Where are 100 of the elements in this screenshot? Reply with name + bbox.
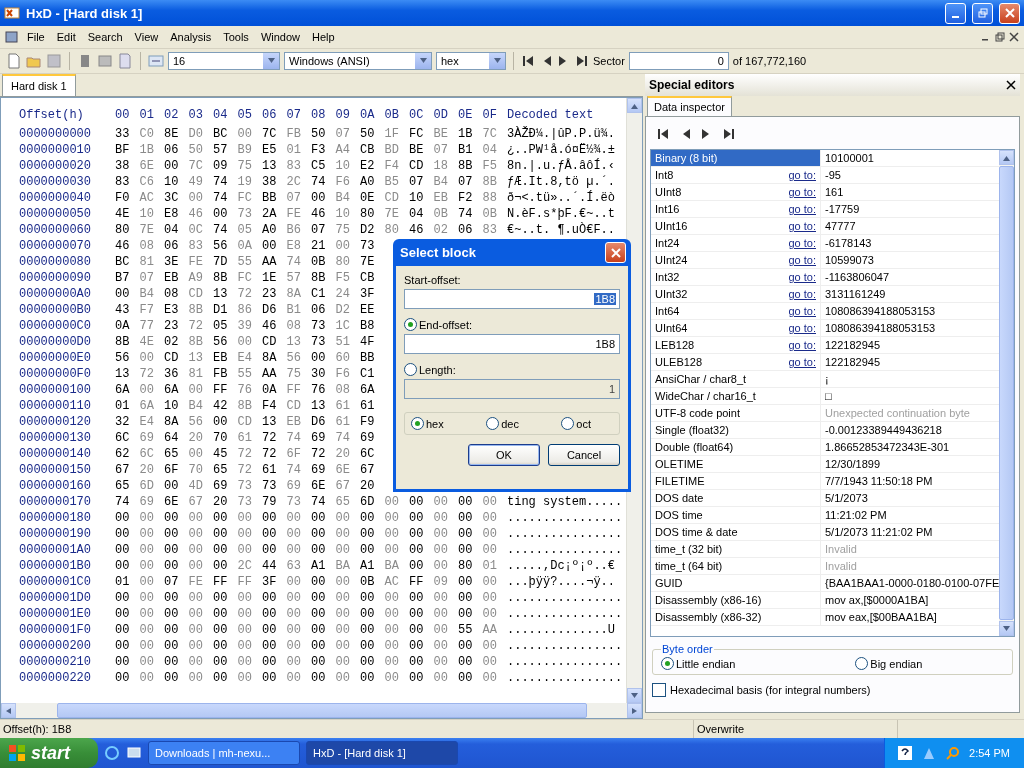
byte-value[interactable]: BC (115, 255, 140, 269)
byte-value[interactable]: 65 (115, 479, 140, 493)
byte-value[interactable]: 13 (311, 399, 336, 413)
byte-value[interactable]: B1 (458, 143, 483, 157)
field-value[interactable]: 11:21:02 PM (821, 507, 887, 523)
byte-value[interactable]: 23 (262, 287, 287, 301)
byte-value[interactable]: 3F (360, 287, 385, 301)
byte-value[interactable]: 83 (286, 159, 311, 173)
byte-value[interactable]: 45 (213, 447, 238, 461)
byte-value[interactable]: 00 (139, 591, 164, 605)
byte-value[interactable]: 20 (139, 463, 164, 477)
byte-value[interactable]: BC (213, 127, 238, 141)
minimize-button[interactable] (945, 2, 966, 24)
byte-value[interactable]: 06 (164, 143, 189, 157)
byte-value[interactable]: 08 (286, 319, 311, 333)
byte-value[interactable]: 83 (188, 239, 213, 253)
field-value[interactable]: 10100001 (821, 150, 874, 166)
byte-value[interactable]: 00 (335, 623, 360, 637)
field-name[interactable]: Int24 (655, 237, 680, 249)
byte-value[interactable]: 50 (188, 143, 213, 157)
byte-value[interactable]: 6C (360, 447, 385, 461)
byte-value[interactable]: 74 (458, 207, 483, 221)
number-base-label[interactable]: dec (501, 417, 519, 430)
byte-value[interactable]: 00 (311, 591, 336, 605)
byte-value[interactable]: 00 (164, 511, 189, 525)
go-to-link[interactable]: go to: (788, 305, 816, 317)
byte-value[interactable]: 07 (458, 175, 483, 189)
byte-value[interactable]: 00 (458, 655, 483, 669)
byte-value[interactable]: 00 (409, 671, 434, 685)
byte-value[interactable]: FF (409, 575, 434, 589)
decoded-text[interactable]: ................ (507, 591, 623, 605)
close-icon[interactable] (1008, 31, 1020, 43)
byte-value[interactable]: 00 (213, 559, 238, 573)
go-to-link[interactable]: go to: (788, 339, 816, 351)
byte-value[interactable]: 00 (409, 655, 434, 669)
first-icon[interactable] (656, 127, 670, 141)
help-icon[interactable] (897, 745, 914, 761)
byte-value[interactable]: 00 (458, 527, 483, 541)
byte-value[interactable]: 00 (335, 591, 360, 605)
byte-value[interactable]: 08 (164, 287, 189, 301)
byte-value[interactable]: 00 (409, 559, 434, 573)
byte-value[interactable]: 00 (360, 607, 385, 621)
menu-item[interactable]: Tools (218, 29, 254, 45)
byte-value[interactable]: 00 (213, 607, 238, 621)
byte-value[interactable]: 00 (458, 607, 483, 621)
field-name[interactable]: UInt24 (655, 254, 688, 266)
byte-value[interactable]: 00 (188, 527, 213, 541)
byte-value[interactable]: 00 (262, 623, 287, 637)
byte-value[interactable]: 00 (384, 511, 409, 525)
decoded-text[interactable]: ................ (507, 607, 623, 621)
byte-value[interactable]: 00 (335, 671, 360, 685)
byte-value[interactable]: 69 (360, 431, 385, 445)
byte-value[interactable]: 64 (164, 431, 189, 445)
byte-value[interactable]: 1B (458, 127, 483, 141)
byte-value[interactable]: 49 (188, 175, 213, 189)
byte-value[interactable]: 00 (262, 639, 287, 653)
field-name[interactable]: Double (float64) (655, 441, 734, 453)
byte-value[interactable]: 8B (458, 159, 483, 173)
byte-value[interactable]: 00 (237, 639, 262, 653)
byte-value[interactable]: 56 (188, 415, 213, 429)
byte-value[interactable]: 00 (286, 543, 311, 557)
byte-value[interactable]: EB (213, 351, 238, 365)
byte-value[interactable]: 65 (164, 447, 189, 461)
byte-value[interactable]: 00 (286, 511, 311, 525)
byte-value[interactable]: 00 (164, 527, 189, 541)
byte-value[interactable]: 6A (139, 399, 164, 413)
menu-item[interactable]: Search (82, 29, 128, 45)
byte-value[interactable]: 00 (384, 607, 409, 621)
byte-value[interactable]: 2C (237, 559, 262, 573)
byte-value[interactable]: 00 (213, 207, 238, 221)
byte-value[interactable]: 21 (311, 239, 336, 253)
decoded-text[interactable]: ð¬<.tü»..´.Í.ëò (507, 191, 616, 205)
byte-value[interactable]: 00 (335, 575, 360, 589)
byte-value[interactable]: 00 (433, 559, 458, 573)
byte-value[interactable]: E3 (164, 303, 189, 317)
byte-value[interactable]: CD (164, 351, 189, 365)
byte-value[interactable]: 05 (213, 319, 238, 333)
byte-value[interactable]: 00 (237, 591, 262, 605)
dialog-button[interactable]: Cancel (548, 444, 620, 466)
byte-value[interactable]: 42 (213, 399, 238, 413)
byte-value[interactable]: 0B (482, 207, 507, 221)
byte-value[interactable]: A1 (360, 559, 385, 573)
byte-value[interactable]: 13 (262, 159, 287, 173)
byte-value[interactable]: 75 (335, 223, 360, 237)
field-name[interactable]: OLETIME (655, 458, 704, 470)
byte-value[interactable]: 01 (286, 143, 311, 157)
byte-value[interactable]: 00 (482, 639, 507, 653)
byte-value[interactable]: 00 (139, 623, 164, 637)
byte-order-label[interactable]: Big endian (870, 657, 923, 670)
byte-value[interactable]: 0E (360, 191, 385, 205)
mode-label[interactable]: End-offset: (419, 318, 472, 331)
byte-value[interactable]: 08 (139, 239, 164, 253)
byte-value[interactable]: 07 (433, 143, 458, 157)
byte-value[interactable]: 00 (213, 591, 238, 605)
byte-value[interactable]: 72 (262, 447, 287, 461)
byte-value[interactable]: 73 (262, 479, 287, 493)
byte-value[interactable]: 39 (237, 319, 262, 333)
byte-value[interactable]: 10 (164, 175, 189, 189)
byte-value[interactable]: 06 (311, 303, 336, 317)
byte-value[interactable]: 67 (335, 479, 360, 493)
